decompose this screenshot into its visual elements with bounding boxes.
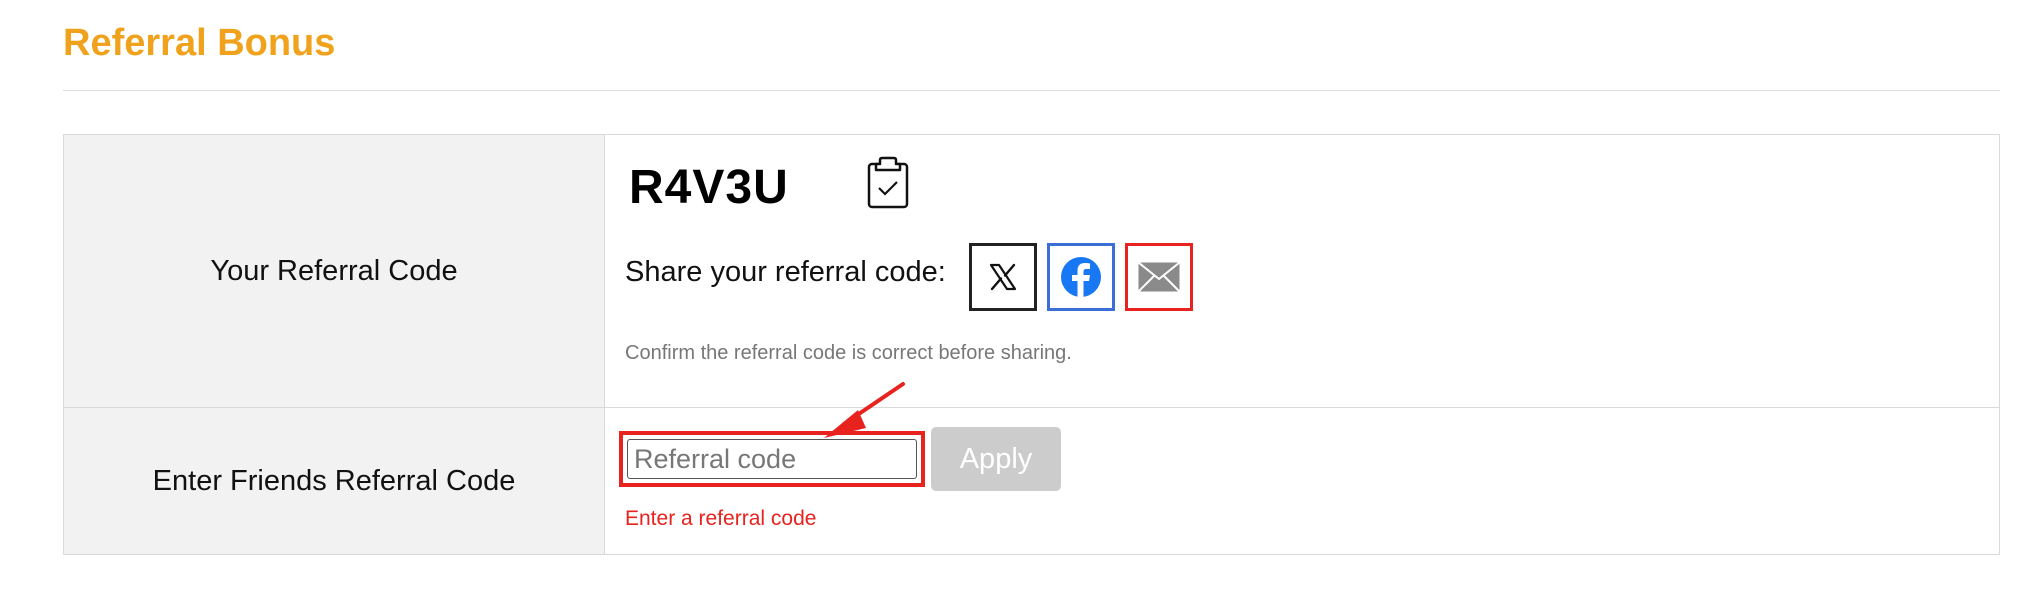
envelope-icon — [1137, 261, 1181, 293]
share-hint: Confirm the referral code is correct bef… — [625, 342, 1072, 364]
title-divider — [63, 90, 2000, 91]
your-referral-code-content: R4V3U Share your referral code: Confirm … — [63, 134, 2000, 407]
page-title: Referral Bonus — [63, 22, 336, 64]
x-logo-icon — [989, 263, 1017, 291]
facebook-logo-icon — [1061, 257, 1101, 298]
copy-code-button[interactable] — [866, 156, 910, 210]
friend-referral-code-content: Apply Enter a referral code — [63, 407, 2000, 553]
share-label: Share your referral code: — [625, 256, 946, 288]
share-facebook-button[interactable] — [1047, 243, 1115, 311]
clipboard-check-icon — [867, 156, 909, 209]
referral-code: R4V3U — [629, 161, 789, 214]
share-x-button[interactable] — [969, 243, 1037, 311]
error-message: Enter a referral code — [625, 507, 817, 530]
share-email-button[interactable] — [1125, 243, 1193, 311]
annotation-arrow-icon — [824, 382, 905, 438]
apply-button[interactable]: Apply — [931, 427, 1061, 491]
